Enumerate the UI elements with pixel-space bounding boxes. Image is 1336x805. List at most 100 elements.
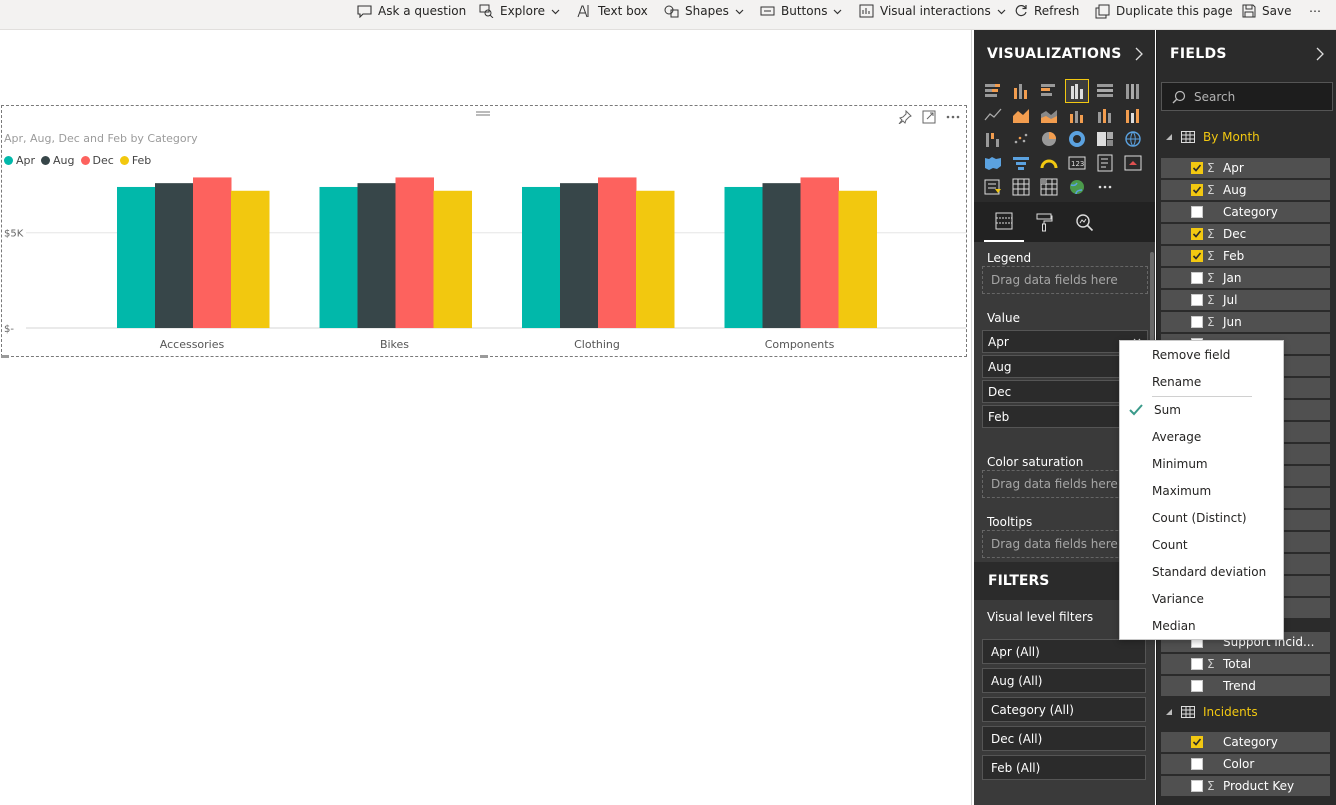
field-checkbox[interactable] xyxy=(1191,162,1203,174)
chevron-right-icon[interactable] xyxy=(1315,47,1324,61)
map-icon[interactable] xyxy=(1122,128,1144,150)
menu-maximum[interactable]: Maximum xyxy=(1152,481,1211,501)
field-row[interactable]: Trend xyxy=(1161,676,1330,696)
multi-row-card-icon[interactable] xyxy=(1094,152,1116,174)
bar-dec[interactable] xyxy=(598,177,637,328)
text-box-button[interactable]: Text box xyxy=(577,0,648,22)
line-and-column-chart-icon[interactable] xyxy=(1066,104,1088,126)
field-checkbox[interactable] xyxy=(1191,294,1203,306)
field-checkbox[interactable] xyxy=(1191,316,1203,328)
100-stacked-column-chart-icon[interactable] xyxy=(1122,80,1144,102)
donut-chart-icon[interactable] xyxy=(1066,128,1088,150)
menu-rename[interactable]: Rename xyxy=(1152,372,1201,392)
bar-aug[interactable] xyxy=(560,183,599,328)
format-tab[interactable] xyxy=(1024,202,1064,242)
menu-remove-field[interactable]: Remove field xyxy=(1152,345,1230,365)
menu-minimum[interactable]: Minimum xyxy=(1152,454,1208,474)
field-checkbox[interactable] xyxy=(1191,758,1203,770)
field-row[interactable]: Σ Jun xyxy=(1161,312,1330,332)
chevron-right-icon[interactable] xyxy=(1134,47,1143,61)
table-by-month[interactable]: By Month xyxy=(1165,130,1260,144)
field-row[interactable]: Σ Aug xyxy=(1161,180,1330,200)
menu-standard-deviation[interactable]: Standard deviation xyxy=(1152,562,1266,582)
field-checkbox[interactable] xyxy=(1191,272,1203,284)
bar-aug[interactable] xyxy=(762,183,802,328)
clustered-bar-chart-icon[interactable] xyxy=(1038,80,1060,102)
bar-apr[interactable] xyxy=(117,186,156,328)
clustered-column-chart-visual[interactable]: Apr, Aug, Dec and Feb by Category Apr Au… xyxy=(1,105,967,358)
filled-map-icon[interactable] xyxy=(982,152,1004,174)
field-row[interactable]: Color xyxy=(1161,754,1330,774)
menu-sum[interactable]: Sum xyxy=(1154,400,1181,420)
ask-question-button[interactable]: Ask a question xyxy=(357,0,466,22)
stacked-area-chart-icon[interactable] xyxy=(1038,104,1060,126)
clustered-column-chart-icon[interactable] xyxy=(1065,79,1089,103)
field-row[interactable]: Σ Dec xyxy=(1161,224,1330,244)
bar-apr[interactable] xyxy=(724,186,764,328)
kpi-icon[interactable] xyxy=(1122,152,1144,174)
field-checkbox[interactable] xyxy=(1191,780,1203,792)
visual-interactions-button[interactable]: Visual interactions xyxy=(859,0,1006,22)
analytics-tab[interactable] xyxy=(1064,202,1104,242)
area-chart-icon[interactable] xyxy=(1010,104,1032,126)
waterfall-chart-icon[interactable] xyxy=(982,128,1004,150)
field-row[interactable]: Σ Apr xyxy=(1161,158,1330,178)
field-row[interactable]: Σ Jul xyxy=(1161,290,1330,310)
field-checkbox[interactable] xyxy=(1191,184,1203,196)
menu-count[interactable]: Count xyxy=(1152,535,1188,555)
refresh-button[interactable]: Refresh xyxy=(1013,0,1079,22)
report-canvas[interactable]: Apr, Aug, Dec and Feb by Category Apr Au… xyxy=(0,30,972,805)
pie-chart-icon[interactable] xyxy=(1038,128,1060,150)
filter-category[interactable]: Category (All) xyxy=(982,697,1146,722)
table-icon[interactable] xyxy=(1010,176,1032,198)
filter-apr[interactable]: Apr (All) xyxy=(982,639,1146,664)
field-row[interactable]: Category xyxy=(1161,732,1330,752)
bar-feb[interactable] xyxy=(838,190,878,328)
field-checkbox[interactable] xyxy=(1191,658,1203,670)
menu-count-distinct[interactable]: Count (Distinct) xyxy=(1152,508,1247,528)
buttons-button[interactable]: Buttons xyxy=(760,0,842,22)
filter-aug[interactable]: Aug (All) xyxy=(982,668,1146,693)
bar-feb[interactable] xyxy=(231,190,270,328)
bar-feb[interactable] xyxy=(636,190,675,328)
bar-feb[interactable] xyxy=(433,190,473,328)
field-checkbox[interactable] xyxy=(1191,206,1203,218)
field-row[interactable]: Σ Jan xyxy=(1161,268,1330,288)
stacked-column-chart-icon[interactable] xyxy=(1010,80,1032,102)
menu-median[interactable]: Median xyxy=(1152,616,1196,636)
slicer-icon[interactable] xyxy=(982,176,1004,198)
resize-handle-bottom[interactable] xyxy=(480,355,488,358)
bar-apr[interactable] xyxy=(522,186,561,328)
field-row[interactable]: Category xyxy=(1161,202,1330,222)
duplicate-page-button[interactable]: Duplicate this page xyxy=(1095,0,1233,22)
table-incidents[interactable]: Incidents xyxy=(1165,705,1258,719)
field-row[interactable]: Σ Product Key xyxy=(1161,776,1330,796)
bar-dec[interactable] xyxy=(800,177,840,328)
bar-aug[interactable] xyxy=(155,183,194,328)
stacked-bar-chart-icon[interactable] xyxy=(982,80,1004,102)
globe-icon[interactable] xyxy=(1066,176,1088,198)
line-chart-icon[interactable] xyxy=(982,104,1004,126)
legend-drop-zone[interactable]: Drag data fields here xyxy=(982,266,1148,294)
treemap-icon[interactable] xyxy=(1094,128,1116,150)
menu-average[interactable]: Average xyxy=(1152,427,1201,447)
more-options-button[interactable]: ⋯ xyxy=(1309,0,1321,22)
card-icon[interactable]: 123 xyxy=(1066,152,1088,174)
ribbon-chart-icon[interactable] xyxy=(1122,104,1144,126)
field-checkbox[interactable] xyxy=(1191,250,1203,262)
shapes-button[interactable]: Shapes xyxy=(664,0,744,22)
gauge-icon[interactable] xyxy=(1038,152,1060,174)
bar-dec[interactable] xyxy=(193,177,232,328)
scatter-chart-icon[interactable] xyxy=(1010,128,1032,150)
line-and-clustered-column-icon[interactable] xyxy=(1094,104,1116,126)
bar-aug[interactable] xyxy=(357,183,397,328)
matrix-icon[interactable] xyxy=(1038,176,1060,198)
funnel-icon[interactable] xyxy=(1010,152,1032,174)
field-checkbox[interactable] xyxy=(1191,736,1203,748)
filter-dec[interactable]: Dec (All) xyxy=(982,726,1146,751)
explore-button[interactable]: Explore xyxy=(479,0,560,22)
bar-dec[interactable] xyxy=(395,177,435,328)
field-row[interactable]: Σ Feb xyxy=(1161,246,1330,266)
field-row[interactable]: Σ Total xyxy=(1161,654,1330,674)
resize-handle-bottom-left[interactable] xyxy=(1,355,9,358)
